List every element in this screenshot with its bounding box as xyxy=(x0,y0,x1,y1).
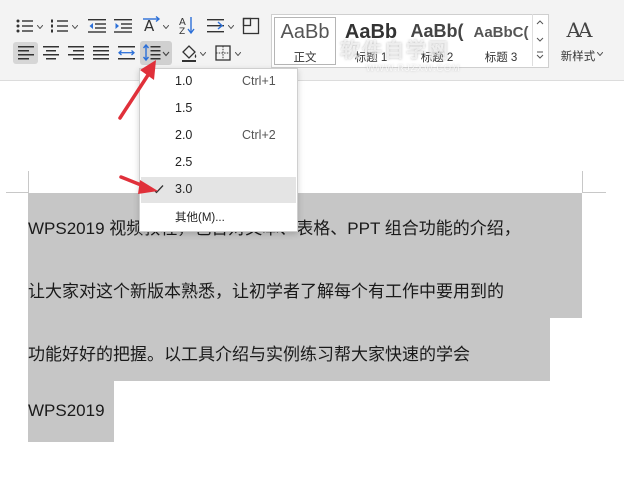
justify-button[interactable] xyxy=(89,42,113,64)
chevron-down-icon[interactable] xyxy=(37,25,43,29)
menu-item-label: 2.5 xyxy=(175,155,193,169)
menu-item-1-5[interactable]: 1.5 xyxy=(141,96,296,122)
watermark-url: WWW.RJZXW.COM xyxy=(366,63,461,73)
menu-item-label: 2.0 xyxy=(175,128,193,142)
bullet-list-button[interactable] xyxy=(14,16,36,36)
decrease-indent-icon xyxy=(88,19,106,33)
borders-button[interactable] xyxy=(212,42,234,64)
increase-indent-button[interactable] xyxy=(112,16,134,36)
style-normal[interactable]: AaBb 正文 xyxy=(272,15,338,67)
paragraph-spacing-button[interactable] xyxy=(205,15,227,37)
style-name: 正文 xyxy=(293,52,317,64)
annotation-arrow-icon xyxy=(119,175,158,194)
new-style-button[interactable]: AA 新样式 xyxy=(553,18,603,66)
show-marks-button[interactable] xyxy=(240,15,262,37)
style-name: 标题 3 xyxy=(484,52,518,64)
justify-icon xyxy=(93,46,109,60)
numbered-list-icon xyxy=(51,19,68,33)
align-left-button[interactable] xyxy=(13,42,38,64)
gallery-arrows-icon xyxy=(536,20,544,59)
align-right-button[interactable] xyxy=(64,42,88,64)
border-icon xyxy=(215,45,231,61)
text-direction-button[interactable]: A xyxy=(140,14,162,36)
align-center-button[interactable] xyxy=(39,42,63,64)
style-sample: AaBbC( xyxy=(473,24,529,41)
new-style-label: 新样式 xyxy=(560,51,596,63)
paragraph-spacing-icon xyxy=(207,19,224,33)
style-sample: AaBb xyxy=(280,21,330,43)
chevron-down-icon[interactable] xyxy=(163,25,169,29)
margin-mark xyxy=(6,192,29,193)
watermark: 软件自学网 xyxy=(340,40,450,62)
menu-item-1-0[interactable]: 1.0 Ctrl+1 xyxy=(141,69,296,95)
align-left-icon xyxy=(17,46,34,60)
menu-item-shortcut: Ctrl+2 xyxy=(242,128,276,142)
menu-item-label: 其他(M)... xyxy=(175,212,225,224)
chevron-down-icon[interactable] xyxy=(72,25,78,29)
document-page[interactable]: WPS2019 视频教程，包含对文本、表格、PPT 组合功能的介绍， 让大家对这… xyxy=(0,81,624,495)
sort-icon: A Z xyxy=(179,17,195,35)
style-heading-3[interactable]: AaBbC( 标题 3 xyxy=(470,15,532,67)
margin-mark xyxy=(582,171,583,193)
menu-item-label: 3.0 xyxy=(175,182,193,196)
line-spacing-menu: 1.0 Ctrl+1 1.5 2.0 Ctrl+2 2.5 3.0 其他(M).… xyxy=(139,68,298,232)
chevron-down-icon[interactable] xyxy=(228,25,234,29)
margin-mark xyxy=(582,192,606,193)
paint-bucket-icon xyxy=(182,45,197,62)
menu-item-2-0[interactable]: 2.0 Ctrl+2 xyxy=(141,123,296,149)
menu-item-shortcut: Ctrl+1 xyxy=(242,74,276,88)
shading-button[interactable] xyxy=(178,42,200,64)
margin-mark xyxy=(28,171,29,193)
ribbon-toolbar: A A Z AaBb 正文 AaBb 标题 1 AaBb(标题 2 AaBbC… xyxy=(0,0,624,81)
menu-item-3-0[interactable]: 3.0 xyxy=(141,177,296,203)
document-line[interactable]: 让大家对这个新版本熟悉，让初学者了解每个有工作中要用到的 xyxy=(28,277,504,302)
text-direction-icon: A xyxy=(143,15,161,35)
menu-item-other[interactable]: 其他(M)... xyxy=(141,204,296,230)
menu-item-2-5[interactable]: 2.5 xyxy=(141,150,296,176)
styles-scroll[interactable] xyxy=(532,14,547,66)
new-style-icon: AA xyxy=(566,18,593,42)
decrease-indent-button[interactable] xyxy=(86,16,108,36)
increase-indent-icon xyxy=(114,19,132,33)
bullet-list-icon xyxy=(16,19,33,33)
chevron-down-icon[interactable] xyxy=(200,52,206,56)
numbered-list-button[interactable] xyxy=(49,16,71,36)
chevron-down-icon[interactable] xyxy=(235,52,241,56)
menu-item-label: 1.0 xyxy=(175,74,193,88)
annotation-arrow-icon xyxy=(118,60,156,120)
align-right-icon xyxy=(68,46,84,60)
menu-item-label: 1.5 xyxy=(175,101,193,115)
document-line[interactable]: WPS2019 xyxy=(28,401,105,421)
document-line[interactable]: 功能好好的把握。以工具介绍与实例练习帮大家快速的学会 xyxy=(28,340,470,365)
align-center-icon xyxy=(43,46,59,60)
svg-text:A: A xyxy=(144,17,155,35)
sort-button[interactable]: A Z xyxy=(176,14,198,36)
svg-text:Z: Z xyxy=(179,27,185,35)
chevron-down-icon[interactable] xyxy=(597,52,603,56)
table-layout-icon xyxy=(242,17,260,35)
